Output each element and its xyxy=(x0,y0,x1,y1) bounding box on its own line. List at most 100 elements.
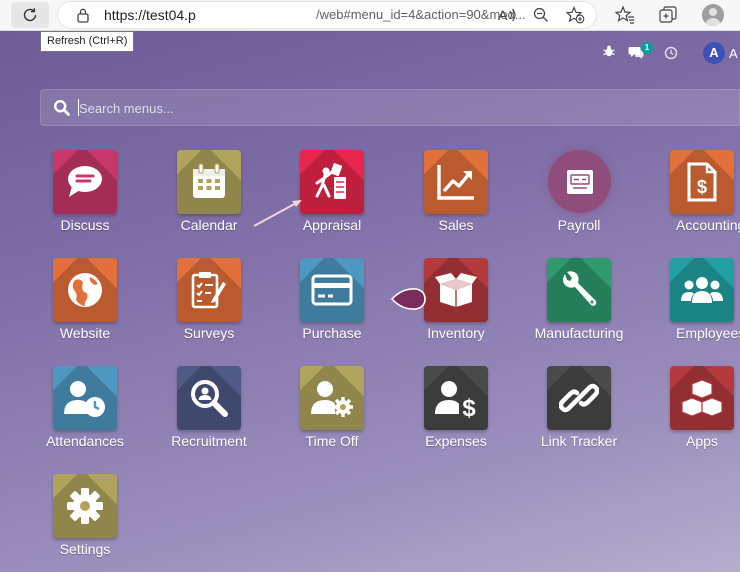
app-expenses[interactable]: $ Expenses xyxy=(401,366,511,466)
app-recruitment[interactable]: Recruitment xyxy=(154,366,264,466)
browser-toolbar: https://test04.p /web#menu_id=4&action=9… xyxy=(0,0,740,31)
search-menus-box[interactable] xyxy=(40,89,740,126)
credit-card-icon xyxy=(311,274,353,306)
app-website-tile[interactable] xyxy=(53,258,117,322)
url-path: /web#menu_id=4&action=90&mod... xyxy=(316,7,526,22)
globe-icon xyxy=(68,273,102,307)
chart-up-icon xyxy=(437,165,474,200)
app-time-off-label: Time Off xyxy=(305,433,359,449)
app-calendar-label: Calendar xyxy=(180,217,238,233)
user-gear-icon xyxy=(311,381,353,417)
app-employees-label: Employees xyxy=(676,325,740,341)
app-settings[interactable]: Settings xyxy=(30,474,140,572)
app-accounting-tile[interactable]: $ xyxy=(670,150,734,214)
app-discuss[interactable]: Discuss xyxy=(30,150,140,250)
app-link-tracker-label: Link Tracker xyxy=(540,433,618,449)
cubes-icon xyxy=(681,379,723,417)
browser-profile-avatar[interactable] xyxy=(702,4,724,26)
app-recruitment-label: Recruitment xyxy=(171,433,247,449)
activity-clock-icon[interactable] xyxy=(664,46,678,60)
app-payroll-label: Payroll xyxy=(557,217,601,233)
refresh-tooltip: Refresh (Ctrl+R) xyxy=(40,31,135,52)
app-expenses-label: Expenses xyxy=(425,433,487,449)
app-settings-tile[interactable] xyxy=(53,474,117,538)
app-link-tracker[interactable]: Link Tracker xyxy=(524,366,634,466)
magnifier-icon xyxy=(191,380,228,417)
app-surveys[interactable]: Surveys xyxy=(154,258,264,358)
app-recruitment-tile[interactable] xyxy=(177,366,241,430)
clipboard-check-icon xyxy=(191,272,226,309)
debug-bug-icon[interactable] xyxy=(602,44,616,58)
app-purchase[interactable]: Purchase xyxy=(277,258,387,358)
app-sales-label: Sales xyxy=(438,217,474,233)
app-discuss-tile[interactable] xyxy=(53,150,117,214)
user-clock-icon xyxy=(64,381,105,417)
app-link-tracker-tile[interactable] xyxy=(547,366,611,430)
app-employees[interactable]: Employees xyxy=(647,258,740,358)
svg-text:$: $ xyxy=(462,395,476,418)
app-manufacturing-tile[interactable] xyxy=(547,258,611,322)
app-purchase-label: Purchase xyxy=(302,325,362,341)
users-icon xyxy=(681,277,723,303)
lock-icon[interactable] xyxy=(76,7,90,23)
url-host: https://test04.p xyxy=(104,7,196,23)
app-attendances-label: Attendances xyxy=(46,433,124,449)
app-apps[interactable]: Apps xyxy=(647,366,740,466)
add-favorite-icon[interactable] xyxy=(565,6,585,24)
app-website[interactable]: Website xyxy=(30,258,140,358)
app-purchase-tile[interactable] xyxy=(300,258,364,322)
app-surveys-tile[interactable] xyxy=(177,258,241,322)
app-accounting-label: Accounting xyxy=(676,217,740,233)
favorites-icon[interactable] xyxy=(615,5,635,25)
app-inventory-label: Inventory xyxy=(427,325,485,341)
link-icon xyxy=(559,383,599,413)
app-inventory-tile[interactable] xyxy=(424,258,488,322)
app-expenses-tile[interactable]: $ xyxy=(424,366,488,430)
app-apps-label: Apps xyxy=(686,433,718,449)
app-attendances-tile[interactable] xyxy=(53,366,117,430)
app-manufacturing[interactable]: Manufacturing xyxy=(524,258,634,358)
chat-bubble-icon xyxy=(68,166,102,197)
cursor-highlight xyxy=(390,288,426,310)
app-website-label: Website xyxy=(59,325,111,341)
search-menus-input[interactable] xyxy=(79,94,719,122)
svg-text:A: A xyxy=(498,7,508,23)
app-calendar[interactable]: Calendar xyxy=(154,150,264,250)
collections-icon[interactable] xyxy=(658,5,678,25)
user-name[interactable]: A xyxy=(729,46,738,61)
gear-icon xyxy=(67,488,103,524)
payroll-icon xyxy=(566,169,593,194)
app-employees-tile[interactable] xyxy=(670,258,734,322)
app-calendar-tile[interactable] xyxy=(177,150,241,214)
app-manufacturing-label: Manufacturing xyxy=(534,325,624,341)
calendar-icon xyxy=(193,163,225,198)
appraisal-icon xyxy=(315,163,346,199)
invoice-dollar-icon: $ xyxy=(687,162,717,202)
chat-badge: 1 xyxy=(641,42,653,54)
app-sales-tile[interactable] xyxy=(424,150,488,214)
search-icon xyxy=(53,99,70,116)
app-attendances[interactable]: Attendances xyxy=(30,366,140,466)
app-payroll-tile[interactable] xyxy=(548,150,611,213)
zoom-out-icon[interactable] xyxy=(532,6,550,24)
wrench-icon xyxy=(563,271,597,306)
app-time-off-tile[interactable] xyxy=(300,366,364,430)
refresh-icon xyxy=(23,8,37,22)
read-aloud-icon[interactable]: A xyxy=(497,6,517,24)
app-settings-label: Settings xyxy=(59,541,111,557)
app-payroll[interactable]: Payroll xyxy=(524,150,634,250)
app-sales[interactable]: Sales xyxy=(401,150,511,250)
refresh-button[interactable] xyxy=(11,2,49,28)
user-avatar[interactable]: A xyxy=(703,42,725,64)
app-accounting[interactable]: $ Accounting xyxy=(647,150,740,250)
app-apps-tile[interactable] xyxy=(670,366,734,430)
app-discuss-label: Discuss xyxy=(60,217,110,233)
address-bar[interactable]: https://test04.p /web#menu_id=4&action=9… xyxy=(57,1,597,29)
svg-text:$: $ xyxy=(697,177,707,197)
box-open-icon xyxy=(435,273,477,307)
text-caret xyxy=(78,99,79,116)
annotation-arrow xyxy=(253,200,302,227)
user-dollar-icon: $ xyxy=(435,381,476,418)
app-surveys-label: Surveys xyxy=(183,325,235,341)
app-time-off[interactable]: Time Off xyxy=(277,366,387,466)
